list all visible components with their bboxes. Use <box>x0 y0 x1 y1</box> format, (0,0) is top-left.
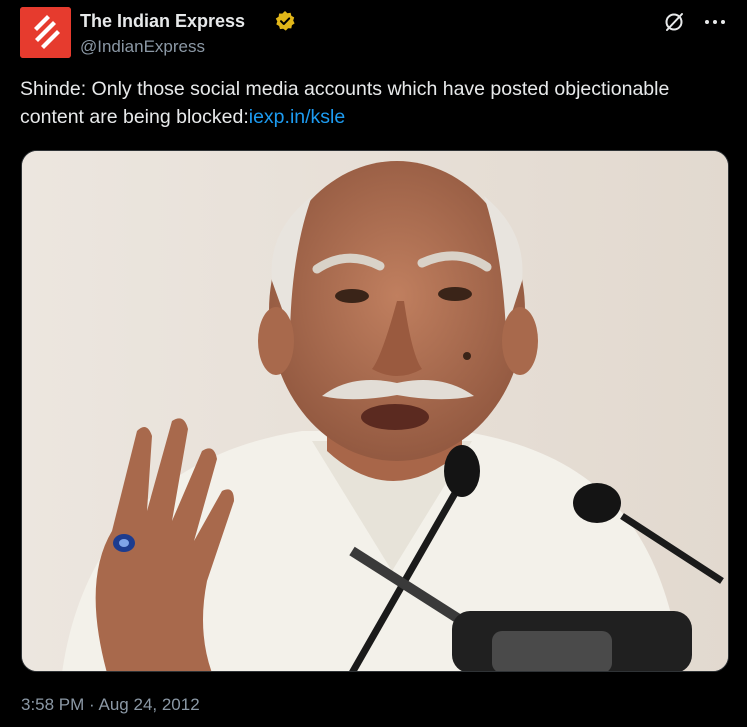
tweet-link[interactable]: iexp.in/ksle <box>249 106 345 128</box>
indian-express-logo <box>20 7 71 58</box>
verified-badge-icon <box>275 11 295 31</box>
account-handle[interactable]: @IndianExpress <box>80 37 205 57</box>
tweet: The Indian Express @IndianExpress Shinde… <box>0 0 747 727</box>
tweet-header: The Indian Express @IndianExpress <box>20 7 727 59</box>
more-horizontal-icon[interactable] <box>703 11 727 33</box>
tweet-timestamp[interactable]: 3:58 PM · Aug 24, 2012 <box>21 695 200 715</box>
tweet-time: 3:58 PM <box>21 695 85 714</box>
display-name[interactable]: The Indian Express <box>80 11 245 32</box>
tweet-photo[interactable] <box>21 150 729 672</box>
photo-illustration <box>22 151 728 671</box>
tweet-text: Shinde: Only those social media accounts… <box>20 75 720 131</box>
avatar[interactable] <box>20 7 71 58</box>
tweet-date: Aug 24, 2012 <box>98 695 200 714</box>
timestamp-separator: · <box>89 695 95 714</box>
grok-slash-icon[interactable] <box>663 11 685 33</box>
